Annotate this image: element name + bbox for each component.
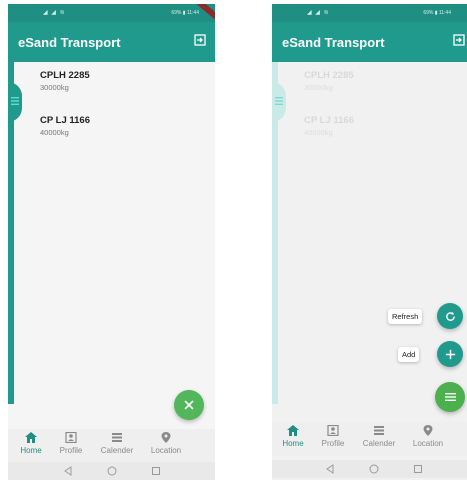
battery-status: 69% ▮ 11:44	[171, 10, 199, 16]
nav-item-profile[interactable]: Profile	[48, 432, 94, 455]
vehicle-plate: CPLH 2285	[304, 70, 354, 81]
home-circle-icon[interactable]	[107, 466, 117, 476]
vehicle-list-item[interactable]: CP LJ 1166 40000kg	[40, 115, 90, 137]
back-icon[interactable]	[325, 464, 335, 474]
nav-label: Location	[150, 446, 182, 455]
drawer-handle[interactable]	[8, 82, 22, 122]
vehicle-weight: 40000kg	[40, 128, 69, 137]
recents-icon[interactable]	[413, 464, 423, 474]
nav-label: Home	[20, 446, 42, 455]
nav-label: Calender	[100, 446, 134, 455]
drawer-handle[interactable]	[272, 82, 286, 122]
refresh-fab-button[interactable]	[437, 303, 463, 329]
add-fab-button[interactable]	[437, 341, 463, 367]
nav-item-profile[interactable]: Profile	[310, 425, 356, 448]
vehicle-plate: CP LJ 1166	[304, 115, 355, 126]
nav-item-calender[interactable]: Calender	[356, 425, 402, 448]
location-icon	[423, 425, 433, 436]
refresh-label[interactable]: Refresh	[388, 309, 423, 324]
app-bar: eSand Transport	[8, 22, 215, 62]
status-bar: ◢ ◢ ≋ 69% ▮ 11:44	[272, 4, 467, 22]
vehicle-weight: 30000kg	[304, 83, 333, 92]
vehicle-list-item[interactable]: CP LJ 1166 40000kg	[304, 115, 354, 137]
app-title: eSand Transport	[18, 35, 121, 50]
battery-status: 69% ▮ 11:44	[423, 10, 451, 16]
profile-icon	[327, 425, 339, 436]
nav-label: Profile	[59, 446, 83, 455]
nav-label: Profile	[321, 439, 345, 448]
back-icon[interactable]	[63, 466, 73, 476]
logout-icon[interactable]	[194, 34, 206, 46]
nav-item-location[interactable]: Location	[405, 425, 451, 448]
nav-item-location[interactable]: Location	[143, 432, 189, 455]
app-title: eSand Transport	[282, 35, 385, 50]
close-fab-button[interactable]	[174, 390, 204, 420]
nav-item-calender[interactable]: Calender	[94, 432, 140, 455]
status-bar: ◢ ◢ ≋ 69% ▮ 11:44	[8, 4, 215, 26]
profile-icon	[65, 432, 77, 443]
recents-icon[interactable]	[151, 466, 161, 476]
app-bar: eSand Transport	[272, 22, 467, 62]
home-icon	[287, 425, 299, 436]
menu-icon	[444, 393, 456, 401]
refresh-icon	[445, 311, 455, 321]
nav-label: Calender	[362, 439, 396, 448]
phone-screen-right: ◢ ◢ ≋ 69% ▮ 11:44 eSand Transport CPLH 2…	[272, 4, 467, 480]
home-icon	[25, 432, 37, 443]
bottom-navigation: Home Profile Calender Location	[8, 429, 215, 463]
location-icon	[161, 432, 171, 443]
nav-label: Location	[412, 439, 444, 448]
vehicle-list-item[interactable]: CPLH 2285 30000kg	[40, 70, 90, 92]
calendar-icon	[374, 426, 384, 435]
vehicle-weight: 40000kg	[304, 128, 333, 137]
vehicle-plate: CPLH 2285	[40, 70, 90, 81]
system-navigation-bar	[272, 460, 467, 478]
menu-icon	[275, 97, 283, 105]
plus-icon	[445, 349, 455, 359]
signal-icon: ◢ ◢ ≋	[307, 10, 330, 16]
close-icon	[184, 400, 194, 410]
phone-screen-left: ◢ ◢ ≋ 69% ▮ 11:44 eSand Transport CPLH 2…	[8, 4, 215, 480]
system-navigation-bar	[8, 462, 215, 480]
logout-icon[interactable]	[453, 34, 465, 46]
bottom-navigation: Home Profile Calender Location	[272, 422, 467, 456]
vehicle-list-item[interactable]: CPLH 2285 30000kg	[304, 70, 354, 92]
vehicle-weight: 30000kg	[40, 83, 69, 92]
vehicle-plate: CP LJ 1166	[40, 115, 91, 126]
calendar-icon	[112, 433, 122, 442]
nav-label: Home	[282, 439, 304, 448]
signal-icon: ◢ ◢ ≋	[43, 10, 66, 16]
menu-fab-button[interactable]	[435, 382, 465, 412]
add-label[interactable]: Add	[398, 347, 420, 362]
home-circle-icon[interactable]	[369, 464, 379, 474]
menu-icon	[11, 97, 19, 105]
